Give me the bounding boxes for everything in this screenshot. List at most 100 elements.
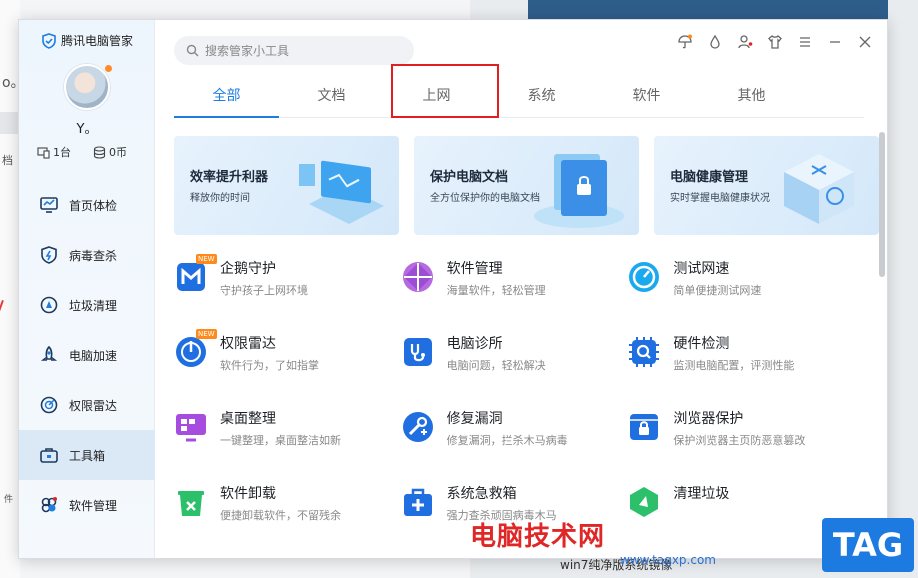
background-row bbox=[0, 112, 20, 134]
tool-penguin-guard[interactable]: NEW 企鹅守护 守护孩子上网环境 bbox=[174, 254, 401, 335]
tab-documents[interactable]: 文档 bbox=[279, 78, 384, 117]
window-controls bbox=[675, 32, 875, 52]
tool-clean-junk[interactable]: 清理垃圾 bbox=[627, 485, 854, 558]
coin-count[interactable]: 0币 bbox=[93, 144, 127, 160]
coins-icon bbox=[93, 145, 106, 159]
tool-speed-test[interactable]: 测试网速 简单便捷测试网速 bbox=[627, 260, 854, 335]
banner-efficiency[interactable]: 效率提升利器 释放你的时间 bbox=[174, 136, 399, 235]
sidebar-item-junk-clean[interactable]: 垃圾清理 bbox=[19, 280, 155, 330]
minimize-icon[interactable] bbox=[825, 32, 845, 52]
tool-subtitle: 保护浏览器主页防恶意篡改 bbox=[673, 434, 806, 447]
app-window: 腾讯电脑管家 Y。 1台 0币 首页体检 病毒查杀 垃圾清理 电脑加速 权限雷达… bbox=[18, 19, 888, 559]
software-manage-icon bbox=[401, 260, 435, 294]
broom-icon bbox=[40, 296, 58, 314]
tools-grid: NEW 企鹅守护 守护孩子上网环境 软件管理 海量软件，轻松管理 测试网速 简单… bbox=[174, 254, 854, 558]
apps-icon bbox=[41, 497, 57, 513]
shield-bolt-icon bbox=[41, 246, 57, 264]
notification-dot bbox=[105, 65, 112, 72]
main-panel: 搜索管家小工具 全部 文档 上网 系统 软件 其他 效率提升利器 释放你的时间 bbox=[155, 20, 887, 558]
sidebar-nav: 首页体检 病毒查杀 垃圾清理 电脑加速 权限雷达 工具箱 软件管理 bbox=[19, 180, 155, 530]
monitor-icon bbox=[40, 197, 58, 213]
new-badge: NEW bbox=[196, 329, 217, 339]
brand: 腾讯电脑管家 bbox=[41, 32, 133, 49]
sidebar-item-label: 软件管理 bbox=[69, 498, 118, 513]
stethoscope-icon bbox=[401, 335, 435, 369]
sidebar-item-home-checkup[interactable]: 首页体检 bbox=[19, 180, 155, 230]
toolbox-icon bbox=[40, 448, 58, 463]
user-settings-icon[interactable] bbox=[735, 32, 755, 52]
drop-icon[interactable] bbox=[705, 32, 725, 52]
tool-hardware-check[interactable]: 硬件检测 监测电脑配置，评测性能 bbox=[627, 335, 854, 410]
clean-icon bbox=[627, 485, 661, 519]
close-icon[interactable] bbox=[855, 32, 875, 52]
app-name: 腾讯电脑管家 bbox=[61, 34, 134, 48]
shield-logo-icon bbox=[42, 32, 56, 49]
sidebar-item-label: 工具箱 bbox=[69, 448, 106, 463]
tool-fix-vulnerability[interactable]: 修复漏洞 修复漏洞，拦杀木马病毒 bbox=[401, 410, 628, 485]
cube-illustration-icon bbox=[784, 154, 854, 224]
first-aid-icon bbox=[401, 485, 435, 519]
tool-subtitle: 一键整理，桌面整洁如新 bbox=[220, 434, 341, 447]
sidebar-item-label: 首页体检 bbox=[69, 198, 118, 213]
sidebar-item-virus-scan[interactable]: 病毒查杀 bbox=[19, 230, 155, 280]
tab-other[interactable]: 其他 bbox=[699, 78, 804, 117]
tool-subtitle: 海量软件，轻松管理 bbox=[446, 284, 546, 297]
tool-desktop-organize[interactable]: 桌面整理 一键整理，桌面整洁如新 bbox=[174, 410, 401, 485]
background-text: 件 bbox=[4, 495, 14, 505]
speed-test-icon bbox=[627, 260, 661, 294]
feature-banners: 效率提升利器 释放你的时间 保护电脑文档 全方位保护你的电脑文档 电脑健康管理 … bbox=[174, 136, 879, 235]
banner-title: 保护电脑文档 bbox=[430, 170, 509, 185]
tool-pc-clinic[interactable]: 电脑诊所 电脑问题，轻松解决 bbox=[401, 335, 628, 410]
tool-title: 浏览器保护 bbox=[673, 411, 744, 427]
watermark-url: www.tagxp.com bbox=[620, 553, 716, 567]
tab-all[interactable]: 全部 bbox=[174, 78, 279, 118]
tool-title: 系统急救箱 bbox=[446, 486, 517, 502]
tool-browser-protect[interactable]: 浏览器保护 保护浏览器主页防恶意篡改 bbox=[627, 410, 854, 485]
scrollbar[interactable] bbox=[879, 132, 885, 277]
penguin-guard-icon: NEW bbox=[174, 254, 217, 294]
banner-protect-docs[interactable]: 保护电脑文档 全方位保护你的电脑文档 bbox=[414, 136, 639, 235]
tool-title: 软件卸载 bbox=[220, 486, 276, 502]
tab-system[interactable]: 系统 bbox=[489, 78, 594, 117]
tool-subtitle: 修复漏洞，拦杀木马病毒 bbox=[446, 434, 568, 447]
sidebar-item-label: 权限雷达 bbox=[69, 398, 118, 413]
tool-subtitle: 软件行为，了如指掌 bbox=[220, 359, 319, 372]
tool-subtitle: 电脑问题，轻松解决 bbox=[446, 359, 546, 372]
tool-software-manage[interactable]: 软件管理 海量软件，轻松管理 bbox=[401, 260, 628, 335]
tool-title: 电脑诊所 bbox=[446, 336, 503, 352]
tab-software[interactable]: 软件 bbox=[594, 78, 699, 117]
tool-subtitle: 简单便捷测试网速 bbox=[673, 284, 762, 297]
sidebar-item-toolbox[interactable]: 工具箱 bbox=[19, 430, 155, 480]
sidebar-item-software-manage[interactable]: 软件管理 bbox=[19, 480, 155, 530]
banner-subtitle: 全方位保护你的电脑文档 bbox=[430, 193, 540, 204]
tool-permission-radar[interactable]: NEW 权限雷达 软件行为，了如指掌 bbox=[174, 329, 401, 410]
monitor-illustration-icon bbox=[299, 160, 384, 224]
banner-health[interactable]: 电脑健康管理 实时掌握电脑健康状况 bbox=[654, 136, 879, 235]
banner-title: 效率提升利器 bbox=[190, 170, 269, 185]
tab-highlight-box bbox=[391, 64, 499, 118]
sidebar-item-speed-up[interactable]: 电脑加速 bbox=[19, 330, 155, 380]
skin-icon[interactable] bbox=[765, 32, 785, 52]
tool-subtitle: 守护孩子上网环境 bbox=[220, 284, 308, 297]
background-blue-bar bbox=[528, 0, 888, 20]
sidebar-item-permission-radar[interactable]: 权限雷达 bbox=[19, 380, 155, 430]
device-count[interactable]: 1台 bbox=[37, 144, 71, 160]
sidebar: 腾讯电脑管家 Y。 1台 0币 首页体检 病毒查杀 垃圾清理 电脑加速 权限雷达… bbox=[19, 20, 155, 558]
tools-row: 桌面整理 一键整理，桌面整洁如新 修复漏洞 修复漏洞，拦杀木马病毒 浏览器保护 … bbox=[174, 410, 854, 485]
tool-uninstall[interactable]: 软件卸载 便捷卸载软件，不留残余 bbox=[174, 485, 401, 558]
umbrella-icon[interactable] bbox=[675, 32, 695, 52]
username[interactable]: Y。 bbox=[19, 118, 155, 137]
banner-title: 电脑健康管理 bbox=[670, 170, 749, 185]
menu-icon[interactable] bbox=[795, 32, 815, 52]
search-input[interactable]: 搜索管家小工具 bbox=[174, 36, 414, 65]
tag-logo: TAG bbox=[822, 518, 914, 572]
watermark-text: 电脑技术网 bbox=[470, 522, 606, 552]
search-icon bbox=[186, 44, 199, 57]
browser-lock-icon bbox=[627, 410, 661, 444]
tool-title: 权限雷达 bbox=[220, 336, 276, 352]
banner-subtitle: 实时掌握电脑健康状况 bbox=[670, 193, 770, 204]
vulnerability-fix-icon bbox=[401, 410, 435, 444]
category-tabs: 全部 文档 上网 系统 软件 其他 bbox=[174, 78, 864, 118]
avatar[interactable] bbox=[64, 64, 110, 110]
tool-title: 桌面整理 bbox=[220, 411, 276, 427]
